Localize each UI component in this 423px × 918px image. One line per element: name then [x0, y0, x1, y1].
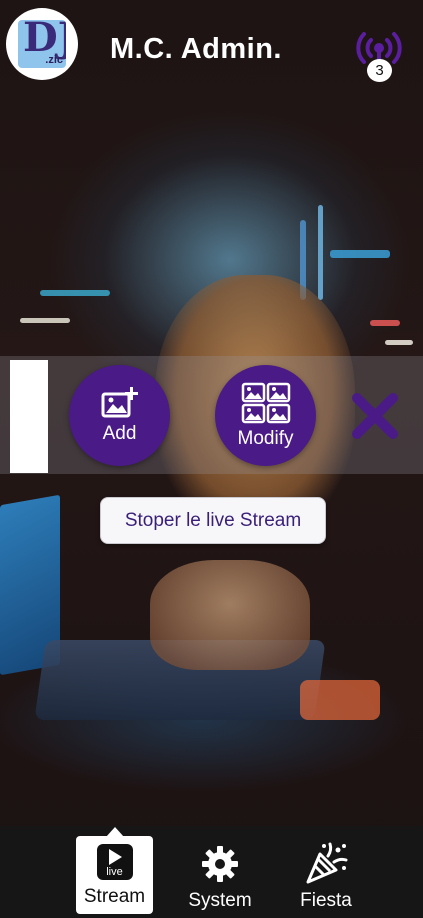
logo-badge: DJ .zic	[18, 20, 66, 68]
live-stream-icon: live	[96, 844, 133, 880]
nav-item-fiesta[interactable]: Fiesta	[293, 838, 359, 916]
stop-live-stream-button[interactable]: Stoper le live Stream	[100, 497, 326, 544]
page-title: M.C. Admin.	[110, 33, 282, 65]
live-count-badge: 3	[367, 59, 392, 82]
party-popper-icon	[306, 842, 348, 884]
nav-item-label: System	[188, 890, 252, 911]
nav-item-stream[interactable]: live Stream	[76, 827, 153, 914]
modify-button-label: Modify	[237, 427, 294, 449]
app-logo[interactable]: DJ .zic	[6, 8, 78, 80]
light-streak	[318, 205, 323, 300]
add-button-label: Add	[102, 422, 137, 444]
add-button[interactable]: Add	[69, 365, 170, 466]
add-image-icon	[101, 386, 138, 417]
light-streak	[40, 290, 110, 296]
logo-main-text: DJ	[23, 20, 66, 61]
light-streak	[370, 320, 400, 326]
live-icon-text: live	[106, 866, 123, 878]
modify-button[interactable]: Modify	[215, 365, 316, 466]
logo-sub-text: .zic	[45, 54, 63, 66]
gear-icon	[202, 846, 238, 882]
light-streak	[330, 250, 390, 258]
app-screen: DJ .zic M.C. Admin. 3 Add	[0, 0, 423, 918]
light-streak	[300, 680, 380, 720]
preview-slot[interactable]	[10, 360, 48, 473]
image-gallery-icon	[241, 382, 290, 423]
nav-item-label: Stream	[83, 886, 146, 907]
bottom-nav: live Stream System Fiesta	[0, 826, 423, 918]
nav-item-system[interactable]: System	[183, 838, 257, 916]
light-streak	[385, 340, 413, 345]
nav-item-label: Fiesta	[300, 890, 352, 911]
dj-arms-shape	[150, 560, 310, 670]
light-streak	[20, 318, 70, 323]
close-icon[interactable]	[351, 392, 399, 440]
